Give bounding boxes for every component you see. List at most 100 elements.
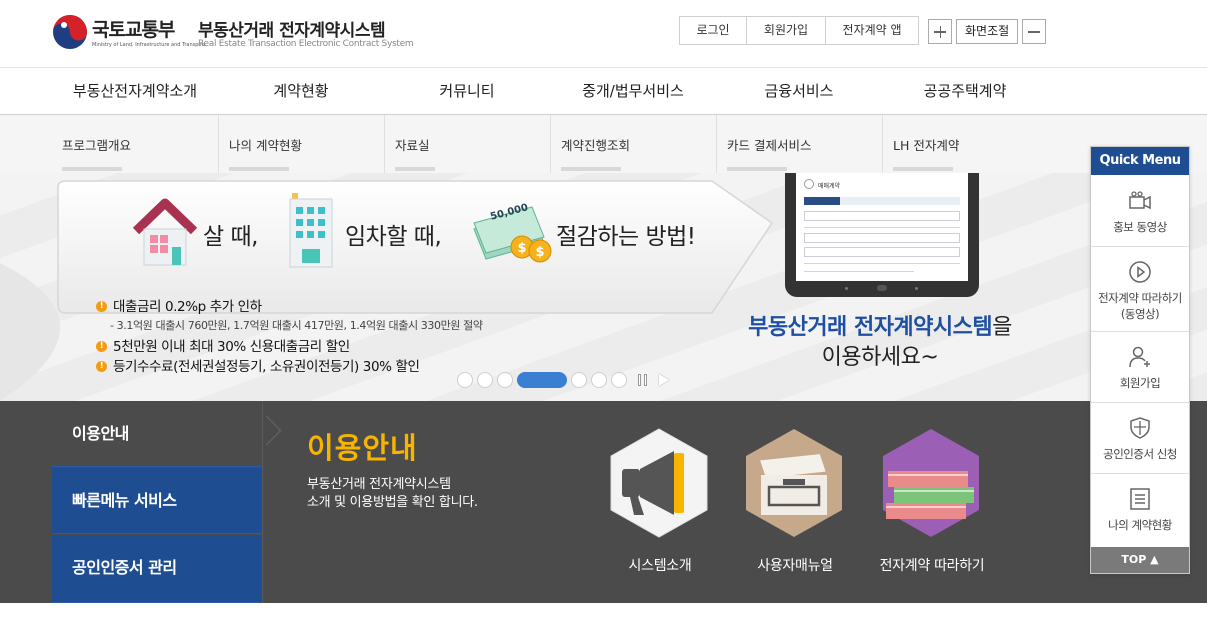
nav-intro[interactable]: 부동산전자계약소개 xyxy=(52,69,218,115)
benefit-registration-fee-text: 등기수수료(전세권설정등기, 소유권이전등기) 30% 할인 xyxy=(113,359,420,375)
taegeuk-emblem-icon xyxy=(53,15,87,49)
money-icon: $ $ 50,000 xyxy=(470,202,554,265)
info-description: 부동산거래 전자계약시스템 소개 및 이용방법을 확인 합니다. xyxy=(307,476,478,512)
login-button[interactable]: 로그인 xyxy=(680,17,747,44)
zoom-in-button[interactable] xyxy=(928,19,952,44)
tablet-screen: 매매계약 xyxy=(796,173,968,281)
zoom-label: 화면조절 xyxy=(956,19,1019,44)
quick-my-contracts[interactable]: 나의 계약현황 xyxy=(1091,475,1189,545)
minus-icon xyxy=(1028,31,1041,33)
screen-logo-icon xyxy=(804,179,814,189)
banner-title-highlight: 부동산거래 전자계약시스템 xyxy=(748,315,993,340)
follow-econtract-link[interactable]: 전자계약 따라하기 xyxy=(872,427,992,577)
zoom-out-button[interactable] xyxy=(1022,19,1047,44)
banner-benefits: ! 대출금리 0.2%p 추가 인하 - 3.1억원 대출시 760만원, 1.7… xyxy=(96,297,556,377)
pause-bar xyxy=(638,374,641,386)
pause-bar xyxy=(644,374,647,386)
quick-certificate[interactable]: 공인인증서 신청 xyxy=(1091,404,1189,474)
ministry-name: 국토교통부 xyxy=(92,19,175,41)
info-side-tabs: 이용안내 빠른메뉴 서비스 공인인증서 관리 xyxy=(52,401,263,603)
quick-follow-contract[interactable]: 전자계약 따라하기 (동영상) xyxy=(1091,248,1189,332)
plus-icon-v xyxy=(939,26,941,38)
banner-save-text: 절감하는 방법! xyxy=(556,224,696,250)
quick-follow-contract-text: 전자계약 따라하기 xyxy=(1098,291,1182,305)
sub-item-card-payment[interactable]: 카드 결제서비스 xyxy=(727,135,811,154)
slide-dot-4-active[interactable] xyxy=(517,372,567,388)
benefit-loan-detail: - 3.1억원 대출시 760만원, 1.7억원 대출시 417만원, 1.4억… xyxy=(110,319,483,332)
list-document-icon xyxy=(1130,488,1150,510)
folder-icon xyxy=(746,429,842,537)
play-icon[interactable] xyxy=(659,374,669,386)
signup-button[interactable]: 회원가입 xyxy=(747,17,826,44)
tablet-sensor xyxy=(845,287,848,290)
contract-app-button[interactable]: 전자계약 앱 xyxy=(826,17,918,44)
benefit-loan-rate-text: 대출금리 0.2%p 추가 인하 xyxy=(113,299,262,315)
sub-item-peek xyxy=(727,167,787,171)
benefit-credit-loan-text: 5천만원 이내 최대 30% 신용대출금리 할인 xyxy=(113,339,350,355)
nav-public-housing[interactable]: 공공주택계약 xyxy=(882,69,1048,115)
slide-dot-1[interactable] xyxy=(457,372,473,388)
main-banner: 살 때, 임차할 때, $ $ 50,000 절감하는 방법! ! 대출금리 0… xyxy=(0,173,1207,401)
sub-item-progress-lookup[interactable]: 계약진행조회 xyxy=(561,135,630,154)
quick-signup[interactable]: 회원가입 xyxy=(1091,333,1189,403)
sub-item-my-contracts[interactable]: 나의 계약현황 xyxy=(229,135,302,154)
info-section: 이용안내 빠른메뉴 서비스 공인인증서 관리 이용안내 부동산거래 전자계약시스… xyxy=(0,401,1207,603)
quick-promo-video[interactable]: 홍보 동영상 xyxy=(1091,177,1189,247)
quick-menu-title: Quick Menu xyxy=(1091,147,1189,175)
main-nav: 부동산전자계약소개 계약현황 커뮤니티 중개/법무서비스 금융서비스 공공주택계… xyxy=(0,69,1207,115)
nav-financial[interactable]: 금융서비스 xyxy=(716,69,882,115)
sub-col-intro: 프로그램개요 xyxy=(52,115,218,173)
screen-form-row xyxy=(804,247,960,257)
nav-community[interactable]: 커뮤니티 xyxy=(384,69,550,115)
tab-quick-service[interactable]: 빠른메뉴 서비스 xyxy=(52,468,263,534)
banner-buy-text: 살 때, xyxy=(203,224,258,250)
user-manual-label: 사용자매뉴얼 xyxy=(757,558,833,574)
quick-follow-contract-sub: (동영상) xyxy=(1120,307,1160,321)
site-logo[interactable]: 국토교통부 Ministry of Land, Infrastructure a… xyxy=(52,12,414,56)
tablet-sensor xyxy=(915,287,918,290)
info-desc-line1: 부동산거래 전자계약시스템 xyxy=(307,477,451,492)
banner-title-rest: 을 xyxy=(992,315,1012,340)
tablet-home-button xyxy=(877,285,887,291)
system-name: 부동산거래 전자계약시스템 xyxy=(198,21,386,41)
sub-item-program-overview[interactable]: 프로그램개요 xyxy=(62,135,131,154)
tab-guide[interactable]: 이용안내 xyxy=(52,401,263,467)
nav-contract-status[interactable]: 계약현황 xyxy=(218,69,384,115)
slide-dot-3[interactable] xyxy=(497,372,513,388)
svg-text:$: $ xyxy=(535,245,544,260)
shield-icon xyxy=(1130,417,1150,439)
slide-dot-6[interactable] xyxy=(591,372,607,388)
util-menu: 로그인 회원가입 전자계약 앱 xyxy=(679,16,919,45)
sub-col-community: 자료실 xyxy=(384,115,550,173)
screen-form-row xyxy=(804,211,960,221)
sub-col-status: 나의 계약현황 xyxy=(218,115,384,173)
sub-col-brokerage: 계약진행조회 xyxy=(550,115,716,173)
sub-col-financial: 카드 결제서비스 xyxy=(716,115,882,173)
sub-item-peek xyxy=(561,167,621,171)
system-intro-link[interactable]: 시스템소개 xyxy=(600,427,720,577)
play-circle-icon xyxy=(1129,261,1151,283)
slide-dot-2[interactable] xyxy=(477,372,493,388)
slide-dot-7[interactable] xyxy=(611,372,627,388)
benefit-credit-loan: ! 5천만원 이내 최대 30% 신용대출금리 할인 xyxy=(96,337,556,357)
pause-icon[interactable] xyxy=(637,372,651,388)
sub-col-public-housing: LH 전자계약 xyxy=(882,115,1090,173)
tab-divider xyxy=(262,401,263,603)
scroll-top-button[interactable]: TOP ▲ xyxy=(1091,547,1189,573)
sub-item-peek xyxy=(229,167,289,171)
nav-brokerage-legal[interactable]: 중개/법무서비스 xyxy=(550,69,716,115)
user-manual-link[interactable]: 사용자매뉴얼 xyxy=(735,427,855,577)
follow-econtract-label: 전자계약 따라하기 xyxy=(879,558,985,574)
benefit-loan-rate: ! 대출금리 0.2%p 추가 인하 xyxy=(96,297,556,317)
banner-title-line2: 이용하세요~ xyxy=(821,345,939,370)
building-icon xyxy=(289,193,333,268)
slide-dot-5[interactable] xyxy=(571,372,587,388)
sub-item-archive[interactable]: 자료실 xyxy=(395,135,430,154)
sub-item-lh-contract[interactable]: LH 전자계약 xyxy=(893,135,959,154)
quick-promo-video-label: 홍보 동영상 xyxy=(1113,220,1167,234)
quick-menu: Quick Menu 홍보 동영상 전자계약 따라하기 (동영상) 회원가입 공… xyxy=(1090,146,1190,574)
tab-certificate[interactable]: 공인인증서 관리 xyxy=(52,535,263,603)
megaphone-icon xyxy=(610,428,708,538)
banner-title: 부동산거래 전자계약시스템을 이용하세요~ xyxy=(700,313,1060,373)
zoom-control: 화면조절 xyxy=(928,19,1047,44)
